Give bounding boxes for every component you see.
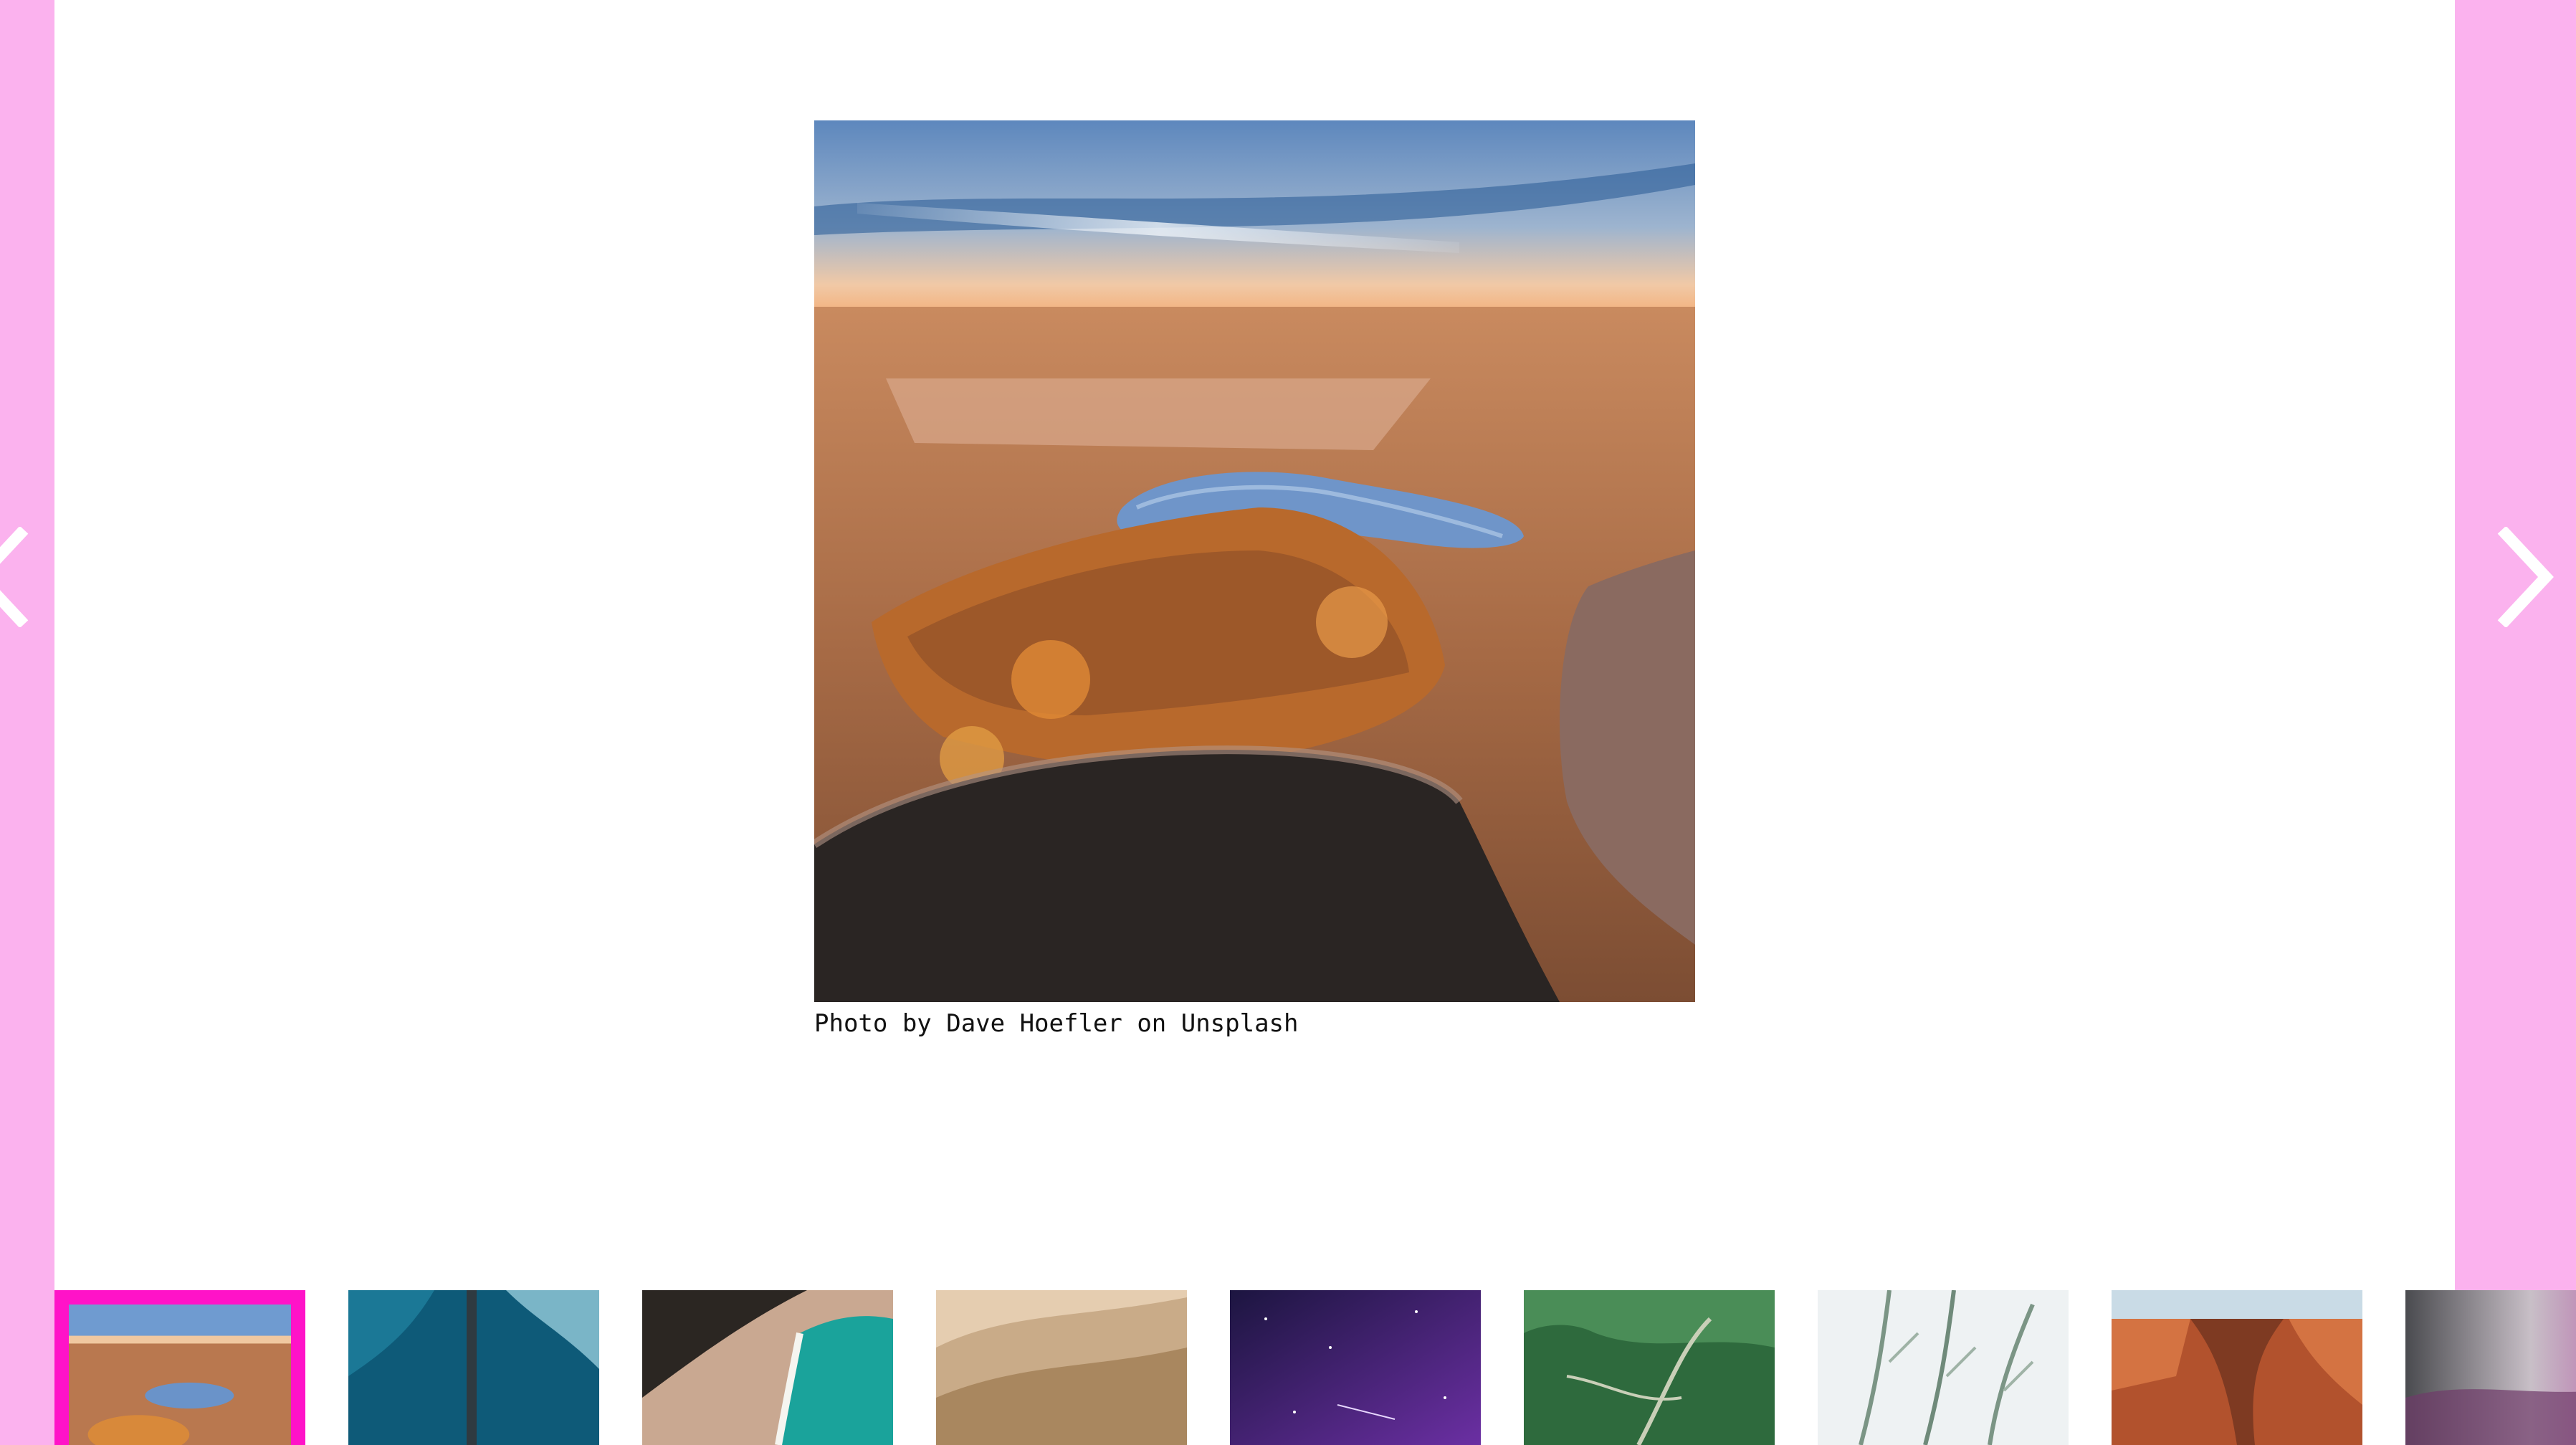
thumbnail-image [2112,1290,2362,1445]
gallery-page: Photo by Dave Hoefler on Unsplash [0,0,2576,1445]
chevron-left-icon [0,527,29,627]
thumbnail-image [69,1305,291,1445]
thumbnail-5[interactable] [1230,1290,1481,1445]
thumbnail-strip[interactable] [54,1290,2576,1445]
thumbnail-image [1524,1290,1775,1445]
thumbnail-image [2405,1290,2576,1445]
thumbnail-1[interactable] [54,1290,305,1445]
thumbnail-image [1230,1290,1481,1445]
thumbnail-7[interactable] [1818,1290,2069,1445]
right-side-panel [2455,0,2576,1445]
photo-caption: Photo by Dave Hoefler on Unsplash [814,1009,1299,1038]
main-photo [814,120,1695,1002]
thumbnail-9[interactable] [2405,1290,2576,1445]
thumbnail-8[interactable] [2112,1290,2362,1445]
chevron-right-icon [2497,527,2554,627]
thumbnail-image [936,1290,1187,1445]
thumbnail-6[interactable] [1524,1290,1775,1445]
left-side-panel [0,0,54,1445]
thumbnail-2[interactable] [348,1290,599,1445]
thumbnail-image [642,1290,893,1445]
thumbnail-4[interactable] [936,1290,1187,1445]
thumbnail-image [348,1290,599,1445]
next-button[interactable] [2491,527,2560,627]
thumbnail-image [1818,1290,2069,1445]
thumbnail-3[interactable] [642,1290,893,1445]
previous-button[interactable] [0,527,34,627]
